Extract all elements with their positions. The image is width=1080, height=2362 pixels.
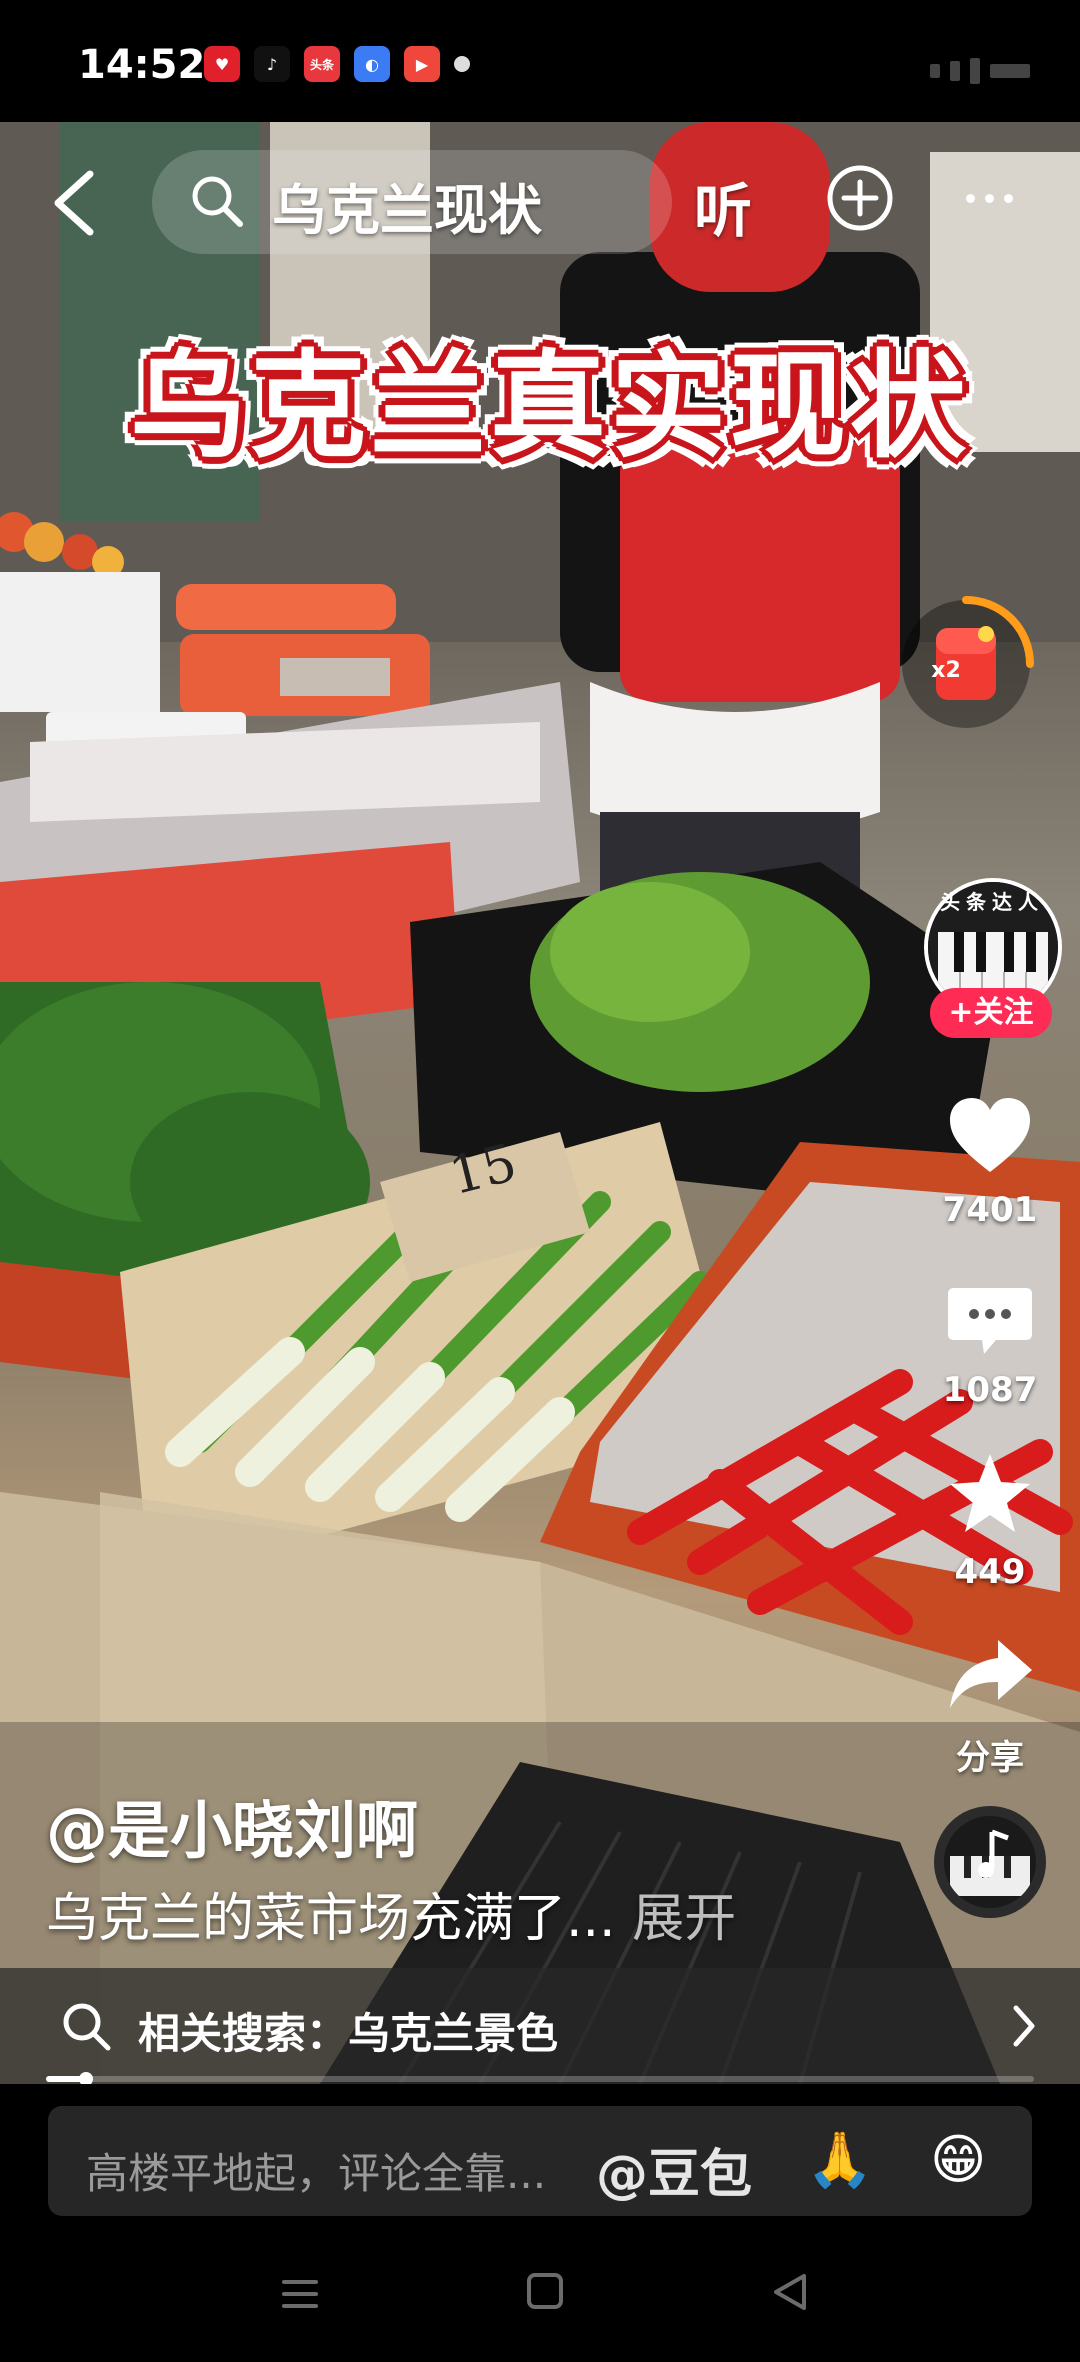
tiktok-app-icon: ♪ (254, 46, 290, 82)
like-count: 7401 (942, 1190, 1038, 1230)
signal-icon (930, 64, 940, 78)
add-circle-icon[interactable] (826, 164, 894, 232)
comment-count: 1087 (942, 1370, 1038, 1410)
signal-icon (950, 61, 960, 81)
toutiao-app-icon: 头条 (304, 46, 340, 82)
favorite-count: 449 (954, 1552, 1026, 1592)
notification-dot-icon (454, 56, 470, 72)
favorite-star-icon[interactable] (944, 1448, 1036, 1540)
author-name[interactable]: @是小晓刘啊 (46, 1780, 418, 1870)
video-app-icon: ▶ (404, 46, 440, 82)
pray-emoji-button[interactable]: 🙏 (806, 2128, 873, 2192)
nav-home-icon[interactable] (526, 2272, 564, 2310)
status-app-icons: ♥ ♪ 头条 ◐ ▶ (204, 46, 470, 82)
grin-emoji-button[interactable]: 😁 (930, 2128, 986, 2191)
search-query[interactable]: 乌克兰现状 (272, 166, 542, 245)
status-bar: 14:52 ♥ ♪ 头条 ◐ ▶ (0, 0, 1080, 122)
share-label: 分享 (956, 1738, 1024, 1778)
related-search-label[interactable]: 相关搜索：乌克兰景色 (138, 2000, 558, 2061)
mention-doubao-button[interactable]: @豆包 (596, 2132, 752, 2207)
search-icon (63, 2003, 111, 2051)
blue-app-icon: ◐ (354, 46, 390, 82)
video-progress-bar[interactable] (46, 2072, 1034, 2086)
battery-icon (990, 64, 1030, 78)
red-packet-timer[interactable] (896, 594, 1036, 734)
music-note-icon (950, 1829, 1030, 1896)
status-system-icons (930, 58, 1030, 84)
video-headline-overlay: 乌克兰真实现状 (130, 339, 970, 474)
comment-bubble-icon[interactable] (944, 1274, 1036, 1366)
description-text: 乌克兰的菜市场充满了... (46, 1889, 616, 1949)
like-heart-icon[interactable] (944, 1090, 1036, 1182)
chevron-right-icon[interactable] (1010, 2004, 1038, 2048)
share-arrow-icon[interactable] (944, 1630, 1036, 1722)
expand-link[interactable]: 展开 (632, 1889, 736, 1949)
red-packet-badge: x2 (931, 658, 961, 683)
search-icon (192, 176, 243, 227)
listen-button[interactable]: 听 (694, 164, 752, 248)
avatar-label: 头条达人 (940, 890, 1044, 914)
nav-back-icon[interactable] (770, 2272, 810, 2312)
more-options-button[interactable] (966, 194, 1013, 203)
signal-icon (970, 58, 980, 84)
video-description[interactable]: 乌克兰的菜市场充满了... 展开 (46, 1876, 736, 1951)
back-arrow-icon[interactable] (46, 168, 102, 238)
nav-menu-icon[interactable] (280, 2276, 320, 2312)
status-time: 14:52 (78, 42, 206, 88)
music-disc[interactable] (934, 1806, 1046, 1918)
comment-placeholder[interactable]: 高楼平地起，评论全靠... (86, 2140, 546, 2201)
heart-app-icon: ♥ (204, 46, 240, 82)
follow-button[interactable]: +关注 (930, 988, 1052, 1038)
